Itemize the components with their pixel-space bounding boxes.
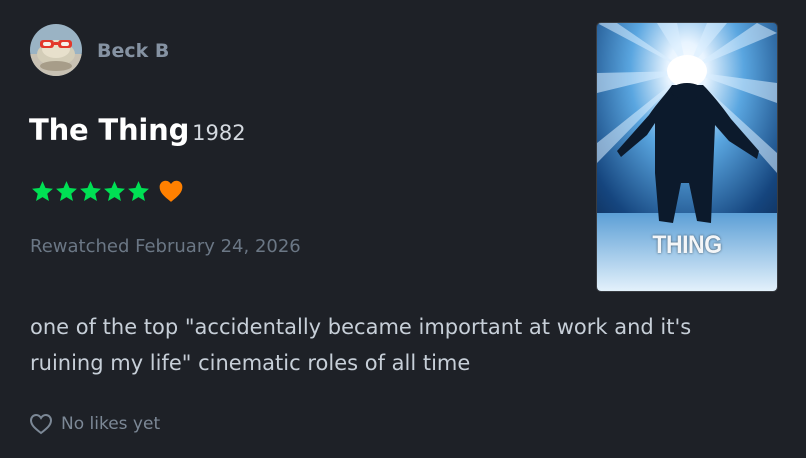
review-text: one of the top "accidentally became impo… [30, 315, 692, 375]
film-poster[interactable]: THING [597, 23, 777, 291]
star-icon [128, 180, 149, 201]
rating [30, 178, 184, 204]
liked-heart-icon [159, 180, 183, 202]
likes-row[interactable]: No likes yet [29, 413, 160, 435]
star-icon [104, 180, 125, 201]
film-title[interactable]: The Thing [29, 113, 189, 147]
watch-date[interactable]: Rewatched February 24, 2026 [30, 236, 301, 258]
likes-count: No likes yet [61, 414, 161, 434]
poster-title: THING [652, 231, 722, 259]
heart-outline-icon[interactable] [29, 413, 53, 435]
avatar[interactable] [30, 24, 82, 76]
avatar-image-icon [30, 24, 82, 76]
film-year[interactable]: 1982 [192, 121, 245, 145]
review-author[interactable]: Beck B [97, 39, 169, 63]
star-icon [32, 180, 53, 201]
star-icon [80, 180, 101, 201]
star-icon [56, 180, 77, 201]
film-heading: The Thing 1982 [29, 113, 246, 147]
